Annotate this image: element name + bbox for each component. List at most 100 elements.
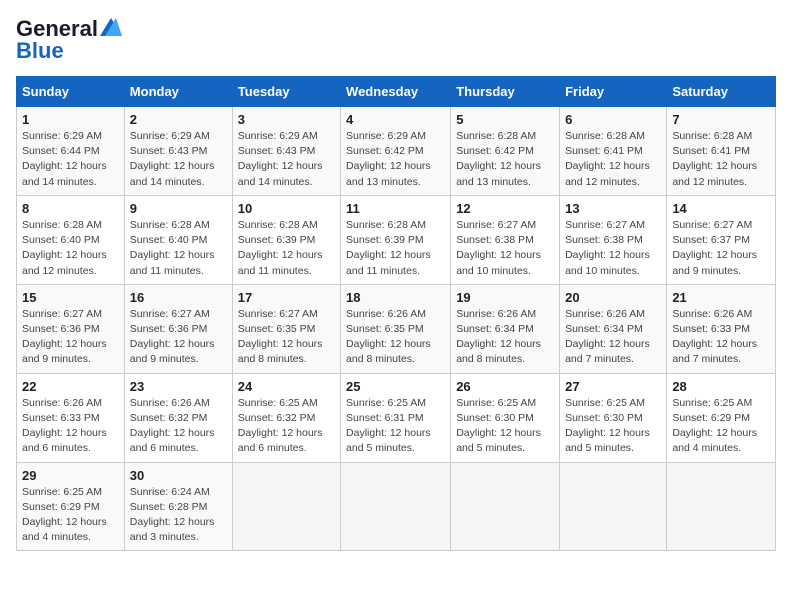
day-number: 7 (672, 112, 770, 127)
calendar-table: SundayMondayTuesdayWednesdayThursdayFrid… (16, 76, 776, 551)
day-number: 6 (565, 112, 661, 127)
day-number: 10 (238, 201, 335, 216)
day-detail: Sunrise: 6:28 AM Sunset: 6:41 PM Dayligh… (565, 129, 661, 190)
day-number: 14 (672, 201, 770, 216)
day-detail: Sunrise: 6:25 AM Sunset: 6:30 PM Dayligh… (565, 396, 661, 457)
day-number: 21 (672, 290, 770, 305)
calendar-cell (451, 462, 560, 551)
day-detail: Sunrise: 6:24 AM Sunset: 6:28 PM Dayligh… (130, 485, 227, 546)
day-number: 29 (22, 468, 119, 483)
day-detail: Sunrise: 6:25 AM Sunset: 6:31 PM Dayligh… (346, 396, 445, 457)
calendar-cell: 26 Sunrise: 6:25 AM Sunset: 6:30 PM Dayl… (451, 373, 560, 462)
day-detail: Sunrise: 6:28 AM Sunset: 6:40 PM Dayligh… (130, 218, 227, 279)
weekday-header-sunday: Sunday (17, 77, 125, 107)
day-detail: Sunrise: 6:28 AM Sunset: 6:42 PM Dayligh… (456, 129, 554, 190)
day-number: 12 (456, 201, 554, 216)
calendar-cell (232, 462, 340, 551)
day-detail: Sunrise: 6:25 AM Sunset: 6:32 PM Dayligh… (238, 396, 335, 457)
calendar-cell: 25 Sunrise: 6:25 AM Sunset: 6:31 PM Dayl… (341, 373, 451, 462)
calendar-cell: 13 Sunrise: 6:27 AM Sunset: 6:38 PM Dayl… (560, 195, 667, 284)
day-detail: Sunrise: 6:28 AM Sunset: 6:39 PM Dayligh… (346, 218, 445, 279)
calendar-cell: 24 Sunrise: 6:25 AM Sunset: 6:32 PM Dayl… (232, 373, 340, 462)
day-number: 24 (238, 379, 335, 394)
calendar-cell: 3 Sunrise: 6:29 AM Sunset: 6:43 PM Dayli… (232, 107, 340, 196)
day-number: 19 (456, 290, 554, 305)
calendar-cell: 27 Sunrise: 6:25 AM Sunset: 6:30 PM Dayl… (560, 373, 667, 462)
day-number: 25 (346, 379, 445, 394)
calendar-week-1: 1 Sunrise: 6:29 AM Sunset: 6:44 PM Dayli… (17, 107, 776, 196)
calendar-cell: 5 Sunrise: 6:28 AM Sunset: 6:42 PM Dayli… (451, 107, 560, 196)
day-number: 20 (565, 290, 661, 305)
day-detail: Sunrise: 6:27 AM Sunset: 6:38 PM Dayligh… (456, 218, 554, 279)
day-detail: Sunrise: 6:26 AM Sunset: 6:34 PM Dayligh… (456, 307, 554, 368)
weekday-header-thursday: Thursday (451, 77, 560, 107)
calendar-week-3: 15 Sunrise: 6:27 AM Sunset: 6:36 PM Dayl… (17, 284, 776, 373)
calendar-week-2: 8 Sunrise: 6:28 AM Sunset: 6:40 PM Dayli… (17, 195, 776, 284)
day-number: 30 (130, 468, 227, 483)
day-detail: Sunrise: 6:27 AM Sunset: 6:35 PM Dayligh… (238, 307, 335, 368)
calendar-cell: 4 Sunrise: 6:29 AM Sunset: 6:42 PM Dayli… (341, 107, 451, 196)
day-detail: Sunrise: 6:27 AM Sunset: 6:36 PM Dayligh… (22, 307, 119, 368)
day-detail: Sunrise: 6:25 AM Sunset: 6:30 PM Dayligh… (456, 396, 554, 457)
day-number: 18 (346, 290, 445, 305)
calendar-cell: 19 Sunrise: 6:26 AM Sunset: 6:34 PM Dayl… (451, 284, 560, 373)
day-number: 1 (22, 112, 119, 127)
calendar-cell: 22 Sunrise: 6:26 AM Sunset: 6:33 PM Dayl… (17, 373, 125, 462)
calendar-cell (560, 462, 667, 551)
day-number: 11 (346, 201, 445, 216)
day-detail: Sunrise: 6:29 AM Sunset: 6:43 PM Dayligh… (238, 129, 335, 190)
day-number: 9 (130, 201, 227, 216)
day-number: 23 (130, 379, 227, 394)
day-detail: Sunrise: 6:28 AM Sunset: 6:39 PM Dayligh… (238, 218, 335, 279)
calendar-cell: 2 Sunrise: 6:29 AM Sunset: 6:43 PM Dayli… (124, 107, 232, 196)
day-detail: Sunrise: 6:26 AM Sunset: 6:32 PM Dayligh… (130, 396, 227, 457)
day-detail: Sunrise: 6:26 AM Sunset: 6:33 PM Dayligh… (22, 396, 119, 457)
day-detail: Sunrise: 6:25 AM Sunset: 6:29 PM Dayligh… (672, 396, 770, 457)
logo-icon (100, 18, 122, 36)
day-number: 22 (22, 379, 119, 394)
calendar-cell: 7 Sunrise: 6:28 AM Sunset: 6:41 PM Dayli… (667, 107, 776, 196)
day-number: 3 (238, 112, 335, 127)
day-detail: Sunrise: 6:26 AM Sunset: 6:34 PM Dayligh… (565, 307, 661, 368)
day-detail: Sunrise: 6:27 AM Sunset: 6:37 PM Dayligh… (672, 218, 770, 279)
weekday-header-wednesday: Wednesday (341, 77, 451, 107)
day-detail: Sunrise: 6:25 AM Sunset: 6:29 PM Dayligh… (22, 485, 119, 546)
day-detail: Sunrise: 6:28 AM Sunset: 6:40 PM Dayligh… (22, 218, 119, 279)
calendar-cell: 10 Sunrise: 6:28 AM Sunset: 6:39 PM Dayl… (232, 195, 340, 284)
calendar-cell: 9 Sunrise: 6:28 AM Sunset: 6:40 PM Dayli… (124, 195, 232, 284)
calendar-cell: 11 Sunrise: 6:28 AM Sunset: 6:39 PM Dayl… (341, 195, 451, 284)
weekday-header-tuesday: Tuesday (232, 77, 340, 107)
calendar-body: 1 Sunrise: 6:29 AM Sunset: 6:44 PM Dayli… (17, 107, 776, 551)
day-number: 28 (672, 379, 770, 394)
calendar-cell: 15 Sunrise: 6:27 AM Sunset: 6:36 PM Dayl… (17, 284, 125, 373)
day-number: 16 (130, 290, 227, 305)
calendar-header-row: SundayMondayTuesdayWednesdayThursdayFrid… (17, 77, 776, 107)
calendar-cell (667, 462, 776, 551)
calendar-cell: 17 Sunrise: 6:27 AM Sunset: 6:35 PM Dayl… (232, 284, 340, 373)
day-number: 8 (22, 201, 119, 216)
logo-blue: Blue (16, 38, 64, 64)
weekday-header-saturday: Saturday (667, 77, 776, 107)
calendar-cell: 18 Sunrise: 6:26 AM Sunset: 6:35 PM Dayl… (341, 284, 451, 373)
calendar-cell: 6 Sunrise: 6:28 AM Sunset: 6:41 PM Dayli… (560, 107, 667, 196)
logo: General Blue (16, 16, 122, 64)
day-number: 4 (346, 112, 445, 127)
day-detail: Sunrise: 6:29 AM Sunset: 6:44 PM Dayligh… (22, 129, 119, 190)
calendar-cell: 14 Sunrise: 6:27 AM Sunset: 6:37 PM Dayl… (667, 195, 776, 284)
day-number: 27 (565, 379, 661, 394)
calendar-cell: 20 Sunrise: 6:26 AM Sunset: 6:34 PM Dayl… (560, 284, 667, 373)
calendar-cell: 21 Sunrise: 6:26 AM Sunset: 6:33 PM Dayl… (667, 284, 776, 373)
day-number: 17 (238, 290, 335, 305)
weekday-header-monday: Monday (124, 77, 232, 107)
day-detail: Sunrise: 6:29 AM Sunset: 6:42 PM Dayligh… (346, 129, 445, 190)
calendar-cell: 23 Sunrise: 6:26 AM Sunset: 6:32 PM Dayl… (124, 373, 232, 462)
day-detail: Sunrise: 6:26 AM Sunset: 6:35 PM Dayligh… (346, 307, 445, 368)
day-detail: Sunrise: 6:29 AM Sunset: 6:43 PM Dayligh… (130, 129, 227, 190)
day-detail: Sunrise: 6:27 AM Sunset: 6:38 PM Dayligh… (565, 218, 661, 279)
day-detail: Sunrise: 6:26 AM Sunset: 6:33 PM Dayligh… (672, 307, 770, 368)
calendar-cell: 12 Sunrise: 6:27 AM Sunset: 6:38 PM Dayl… (451, 195, 560, 284)
calendar-cell (341, 462, 451, 551)
calendar-week-4: 22 Sunrise: 6:26 AM Sunset: 6:33 PM Dayl… (17, 373, 776, 462)
day-number: 26 (456, 379, 554, 394)
calendar-cell: 28 Sunrise: 6:25 AM Sunset: 6:29 PM Dayl… (667, 373, 776, 462)
